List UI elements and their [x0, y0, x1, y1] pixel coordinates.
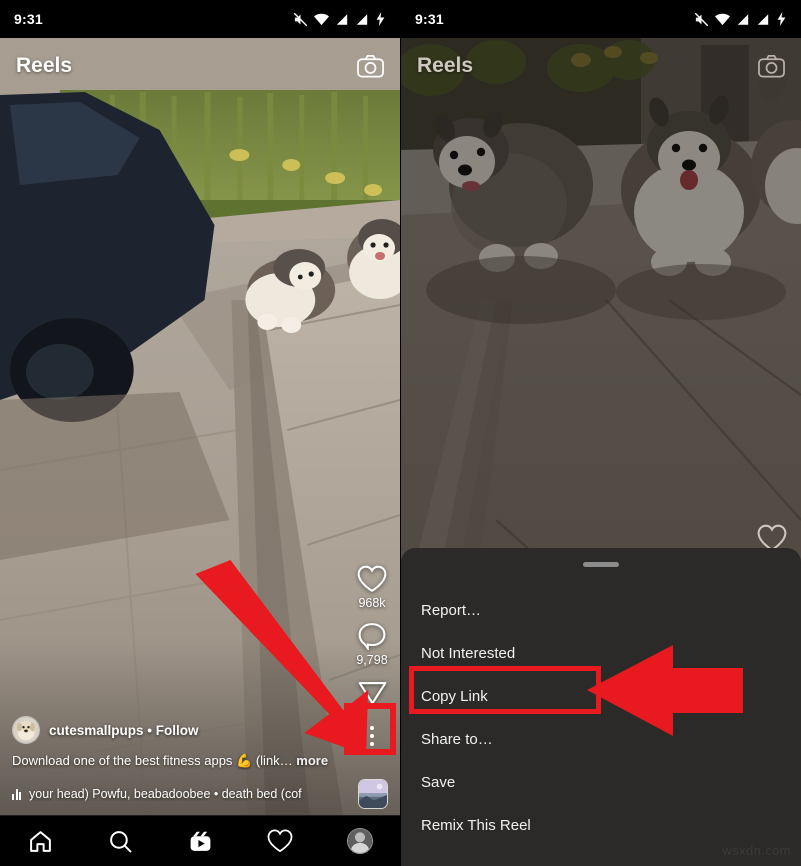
nav-reels-button[interactable] — [176, 819, 224, 863]
follow-button[interactable]: Follow — [156, 723, 199, 738]
left-phone-panel: 9:31 Reels 968k 9,798 cutesmallpups • Fo… — [0, 0, 401, 866]
home-icon — [28, 829, 53, 854]
page-title: Reels — [417, 54, 474, 77]
signal-icon — [736, 13, 750, 26]
annotation-box-more-button — [344, 703, 396, 755]
nav-home-button[interactable] — [16, 819, 64, 863]
bottom-nav-left — [0, 815, 400, 866]
nav-activity-button[interactable] — [256, 819, 304, 863]
avatar[interactable] — [12, 716, 40, 745]
menu-item-share-to[interactable]: Share to… — [401, 718, 801, 761]
reels-icon — [188, 829, 213, 854]
status-icons — [293, 12, 386, 27]
menu-item-report[interactable]: Report… — [401, 589, 801, 632]
heart-icon — [357, 565, 387, 593]
like-count: 968k — [358, 596, 386, 610]
annotation-box-copy-link — [409, 666, 601, 714]
status-time: 9:31 — [14, 11, 43, 27]
comment-icon — [358, 622, 386, 650]
caption[interactable]: Download one of the best fitness apps 💪 … — [12, 753, 388, 770]
signal-icon — [335, 13, 349, 26]
camera-icon[interactable] — [357, 54, 384, 78]
status-bar-right: 9:31 — [401, 0, 801, 38]
username: cutesmallpups — [49, 722, 144, 738]
separator-dot: • — [147, 722, 153, 738]
watermark: wsxdn.com — [722, 843, 791, 858]
send-icon — [358, 679, 387, 706]
page-title: Reels — [16, 54, 73, 77]
mute-icon — [293, 12, 308, 27]
audio-title: your head) Powfu, beabadoobee • death be… — [29, 787, 302, 801]
user-row[interactable]: cutesmallpups • Follow — [12, 716, 388, 745]
caption-more-link[interactable]: more — [293, 753, 328, 768]
reels-header-right: Reels — [401, 38, 801, 94]
audio-bars-icon — [12, 788, 21, 800]
share-button[interactable] — [358, 679, 387, 706]
search-icon — [108, 829, 133, 854]
status-icons — [694, 12, 787, 27]
nav-profile-button[interactable] — [336, 819, 384, 863]
like-button[interactable]: 968k — [357, 565, 387, 610]
mute-icon — [694, 12, 709, 27]
battery-charging-icon — [375, 12, 386, 26]
camera-icon[interactable] — [758, 54, 785, 78]
album-art-thumbnail[interactable] — [358, 779, 388, 809]
reels-header-left: Reels — [0, 38, 400, 94]
status-bar-left: 9:31 — [0, 0, 400, 38]
status-time: 9:31 — [415, 11, 444, 27]
profile-avatar-icon — [347, 828, 373, 854]
audio-row[interactable]: your head) Powfu, beabadoobee • death be… — [12, 779, 388, 809]
heart-icon — [267, 829, 293, 853]
wifi-icon — [715, 13, 730, 26]
menu-item-remix-this-reel[interactable]: Remix This Reel — [401, 804, 801, 847]
signal-icon-2 — [756, 13, 770, 26]
menu-item-save[interactable]: Save — [401, 761, 801, 804]
screenshot-root: 9:31 Reels 968k 9,798 cutesmallpups • Fo… — [0, 0, 801, 866]
drag-handle[interactable] — [583, 562, 619, 567]
post-info-left: cutesmallpups • Follow Download one of t… — [0, 716, 400, 815]
comment-button[interactable]: 9,798 — [356, 622, 388, 667]
signal-icon-2 — [355, 13, 369, 26]
wifi-icon — [314, 13, 329, 26]
caption-body: Download one of the best fitness apps 💪 … — [12, 753, 293, 769]
username-follow[interactable]: cutesmallpups • Follow — [49, 723, 199, 738]
comment-count: 9,798 — [356, 653, 388, 667]
battery-charging-icon — [776, 12, 787, 26]
nav-search-button[interactable] — [96, 819, 144, 863]
right-phone-panel: 9:31 Reels Report… Not Interested Copy L… — [401, 0, 801, 866]
